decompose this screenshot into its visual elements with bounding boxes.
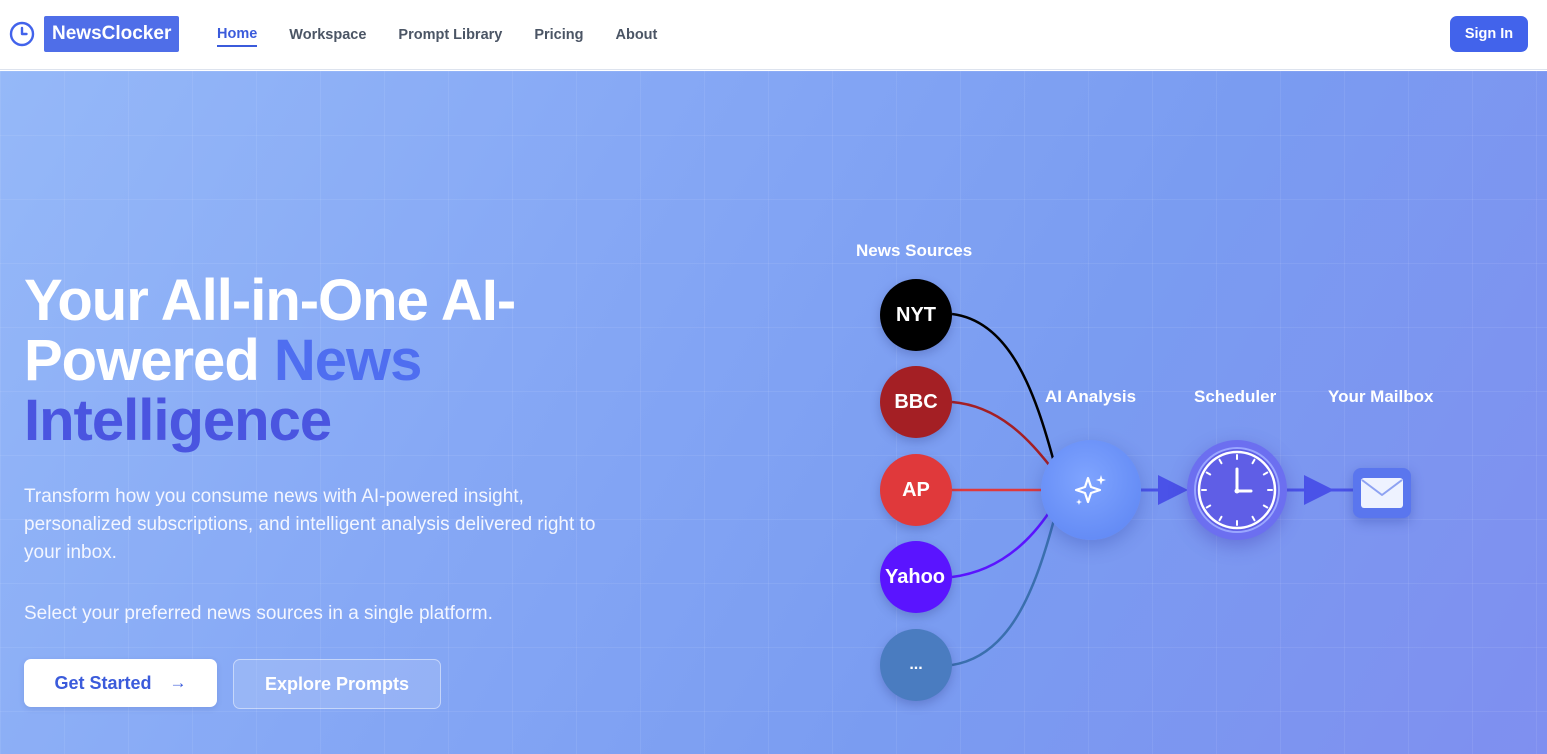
sign-in-button[interactable]: Sign In (1450, 16, 1528, 52)
source-nyt[interactable]: NYT (880, 279, 952, 351)
ai-analysis-node (1041, 440, 1141, 540)
connector-yahoo (951, 510, 1052, 579)
source-more[interactable]: ... (880, 629, 952, 701)
source-label: ... (909, 656, 923, 673)
hero-section: Your All-in-One AI-Powered News Intellige… (0, 71, 1547, 754)
connector-nyt (951, 312, 1057, 467)
clock-icon (9, 21, 35, 47)
sources-label: News Sources (856, 241, 973, 260)
nav-links: Home Workspace Prompt Library Pricing Ab… (217, 0, 689, 70)
ai-analysis-label: AI Analysis (1045, 387, 1137, 406)
connector-bbc (951, 400, 1051, 467)
envelope-icon (1361, 478, 1403, 508)
source-label: BBC (894, 390, 938, 413)
nav-link-home[interactable]: Home (217, 24, 258, 47)
nav-link-prompt-library[interactable]: Prompt Library (398, 25, 502, 45)
source-label: AP (902, 478, 930, 501)
source-label: Yahoo (885, 565, 946, 588)
source-yahoo[interactable]: Yahoo (880, 541, 952, 613)
nav-link-pricing[interactable]: Pricing (534, 25, 583, 45)
workflow-diagram: News Sources NYT BBC AP Yahoo ... AI Ana… (0, 71, 1547, 754)
scheduler-node (1187, 440, 1287, 540)
navbar: NewsClocker Home Workspace Prompt Librar… (0, 0, 1547, 70)
nav-link-about[interactable]: About (616, 25, 658, 45)
mailbox-label: Your Mailbox (1328, 387, 1434, 406)
brand-logo[interactable]: NewsClocker (9, 16, 180, 52)
source-bbc[interactable]: BBC (880, 366, 952, 438)
diagram-connectors (951, 312, 1353, 667)
sparkles-icon (1074, 475, 1106, 505)
scheduler-label: Scheduler (1194, 387, 1277, 406)
source-label: NYT (896, 303, 936, 326)
mailbox-node (1353, 468, 1411, 518)
source-ap[interactable]: AP (880, 454, 952, 526)
brand-name: NewsClocker (44, 16, 180, 52)
clock-icon (1194, 447, 1280, 533)
connector-more (951, 515, 1057, 667)
nav-link-workspace[interactable]: Workspace (289, 25, 366, 45)
